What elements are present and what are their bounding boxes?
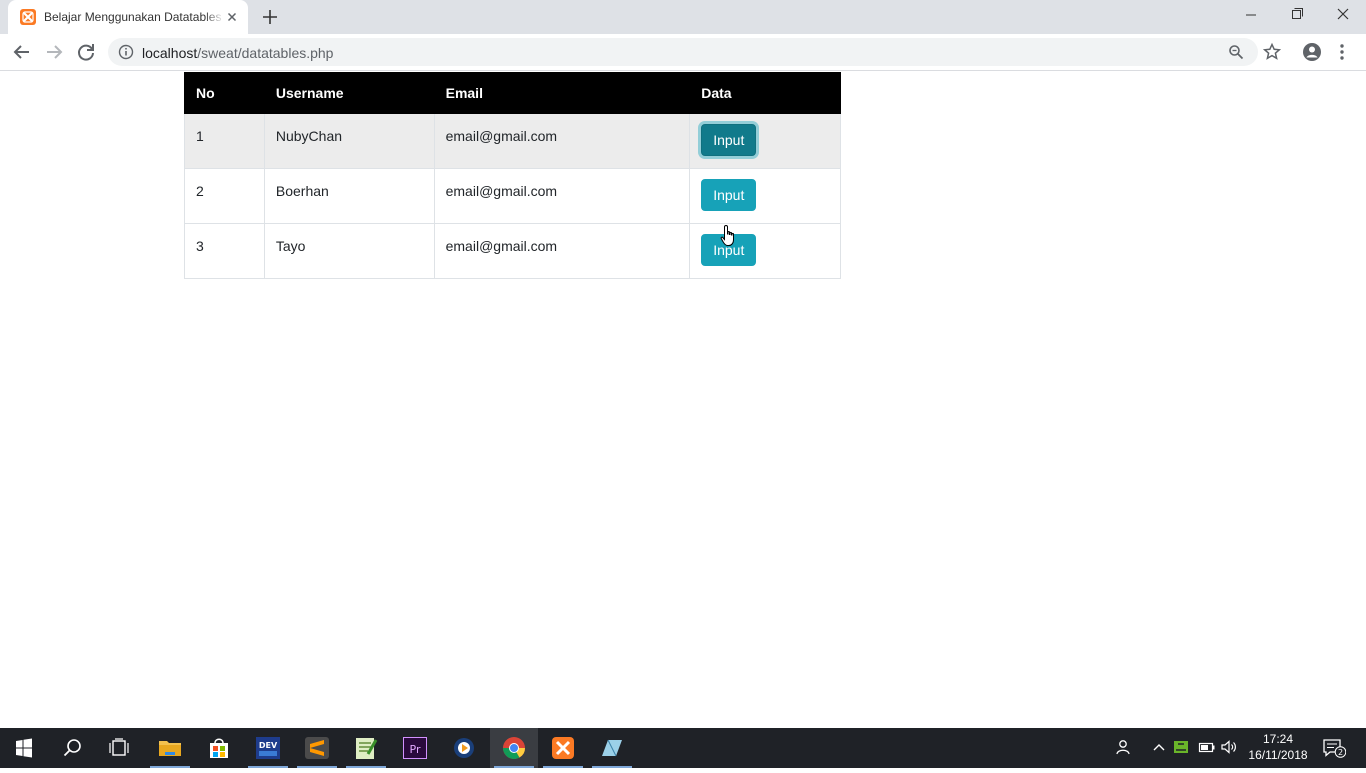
windows-taskbar: DEV Pr 17:24 16/11/2018 2 bbox=[0, 728, 1366, 768]
devcpp-icon[interactable]: DEV bbox=[244, 728, 292, 768]
cell-data: Input bbox=[689, 113, 841, 169]
cell-email: email@gmail.com bbox=[433, 113, 691, 169]
cell-data: Input bbox=[689, 168, 841, 224]
close-tab-icon[interactable] bbox=[224, 9, 240, 25]
cell-email: email@gmail.com bbox=[433, 168, 691, 224]
input-button[interactable]: Input bbox=[701, 179, 757, 211]
restore-icon[interactable] bbox=[1274, 0, 1320, 30]
network-driver-icon[interactable] bbox=[1172, 738, 1190, 756]
premiere-pro-icon[interactable]: Pr bbox=[391, 728, 439, 768]
media-player-icon[interactable] bbox=[440, 728, 488, 768]
url-path: /sweat/datatables.php bbox=[197, 45, 334, 61]
cell-no: 1 bbox=[184, 113, 265, 169]
cell-no: 3 bbox=[184, 223, 265, 279]
close-window-icon[interactable] bbox=[1320, 0, 1366, 30]
cell-username: NubyChan bbox=[263, 113, 435, 169]
clock-time: 17:24 bbox=[1262, 732, 1294, 746]
chevron-up-icon[interactable] bbox=[1150, 738, 1168, 756]
tab-title: Belajar Menggunakan Datatables bbox=[44, 10, 224, 24]
notification-count: 2 bbox=[1338, 748, 1343, 757]
chrome-icon[interactable] bbox=[490, 728, 538, 768]
page-content: No Username Email Data 1 NubyChan email@… bbox=[0, 72, 1366, 728]
file-explorer-icon[interactable] bbox=[146, 728, 194, 768]
store-icon[interactable] bbox=[195, 728, 243, 768]
header-data[interactable]: Data bbox=[689, 72, 841, 114]
minimize-icon[interactable] bbox=[1228, 0, 1274, 30]
kebab-menu-icon[interactable] bbox=[1336, 42, 1348, 62]
sublime-text-icon[interactable] bbox=[293, 728, 341, 768]
clock-date: 16/11/2018 bbox=[1248, 748, 1308, 762]
virtualbox-icon[interactable] bbox=[588, 728, 636, 768]
profile-avatar-icon[interactable] bbox=[1302, 42, 1322, 62]
bookmark-star-icon[interactable] bbox=[1262, 42, 1282, 62]
table-header-row: No Username Email Data bbox=[184, 72, 841, 114]
header-username[interactable]: Username bbox=[263, 72, 435, 114]
hand-pointer-cursor-icon bbox=[720, 224, 738, 248]
back-arrow-icon[interactable] bbox=[10, 40, 34, 64]
cell-username: Tayo bbox=[263, 223, 435, 279]
users-table: No Username Email Data 1 NubyChan email@… bbox=[184, 72, 841, 279]
notepad-icon[interactable] bbox=[342, 728, 390, 768]
start-icon[interactable] bbox=[0, 728, 48, 768]
action-center-icon[interactable]: 2 bbox=[1322, 738, 1347, 758]
volume-icon[interactable] bbox=[1220, 738, 1238, 756]
browser-toolbar: localhost/sweat/datatables.php bbox=[0, 34, 1366, 71]
table-row: 1 NubyChan email@gmail.com Input bbox=[184, 113, 841, 169]
browser-tabstrip: Belajar Menggunakan Datatables bbox=[0, 0, 1366, 34]
svg-text:Pr: Pr bbox=[410, 743, 421, 756]
xampp-favicon-icon bbox=[20, 9, 36, 25]
table-row: 2 Boerhan email@gmail.com Input bbox=[184, 168, 841, 224]
url-text[interactable]: localhost/sweat/datatables.php bbox=[142, 45, 333, 61]
header-email[interactable]: Email bbox=[433, 72, 691, 114]
browser-tab[interactable]: Belajar Menggunakan Datatables bbox=[8, 0, 248, 34]
reload-icon[interactable] bbox=[74, 40, 98, 64]
svg-text:DEV: DEV bbox=[259, 741, 278, 750]
people-icon[interactable] bbox=[1114, 738, 1132, 756]
search-icon[interactable] bbox=[48, 728, 96, 768]
table-row: 3 Tayo email@gmail.com Input bbox=[184, 223, 841, 279]
url-host: localhost bbox=[142, 45, 198, 61]
cell-no: 2 bbox=[184, 168, 265, 224]
system-clock[interactable]: 17:24 16/11/2018 bbox=[1240, 731, 1316, 763]
header-no[interactable]: No bbox=[184, 72, 265, 114]
cell-username: Boerhan bbox=[263, 168, 435, 224]
input-button[interactable]: Input bbox=[701, 124, 757, 156]
cell-email: email@gmail.com bbox=[433, 223, 691, 279]
xampp-icon[interactable] bbox=[539, 728, 587, 768]
battery-icon[interactable] bbox=[1198, 738, 1216, 756]
cell-data: Input bbox=[689, 223, 841, 279]
task-view-icon[interactable] bbox=[96, 728, 144, 768]
forward-arrow-icon[interactable] bbox=[42, 40, 66, 64]
zoom-magnifier-icon[interactable] bbox=[1228, 44, 1244, 60]
new-tab-plus-icon[interactable] bbox=[258, 6, 282, 28]
address-bar[interactable]: localhost/sweat/datatables.php bbox=[108, 38, 1258, 66]
site-info-icon[interactable] bbox=[118, 44, 134, 60]
